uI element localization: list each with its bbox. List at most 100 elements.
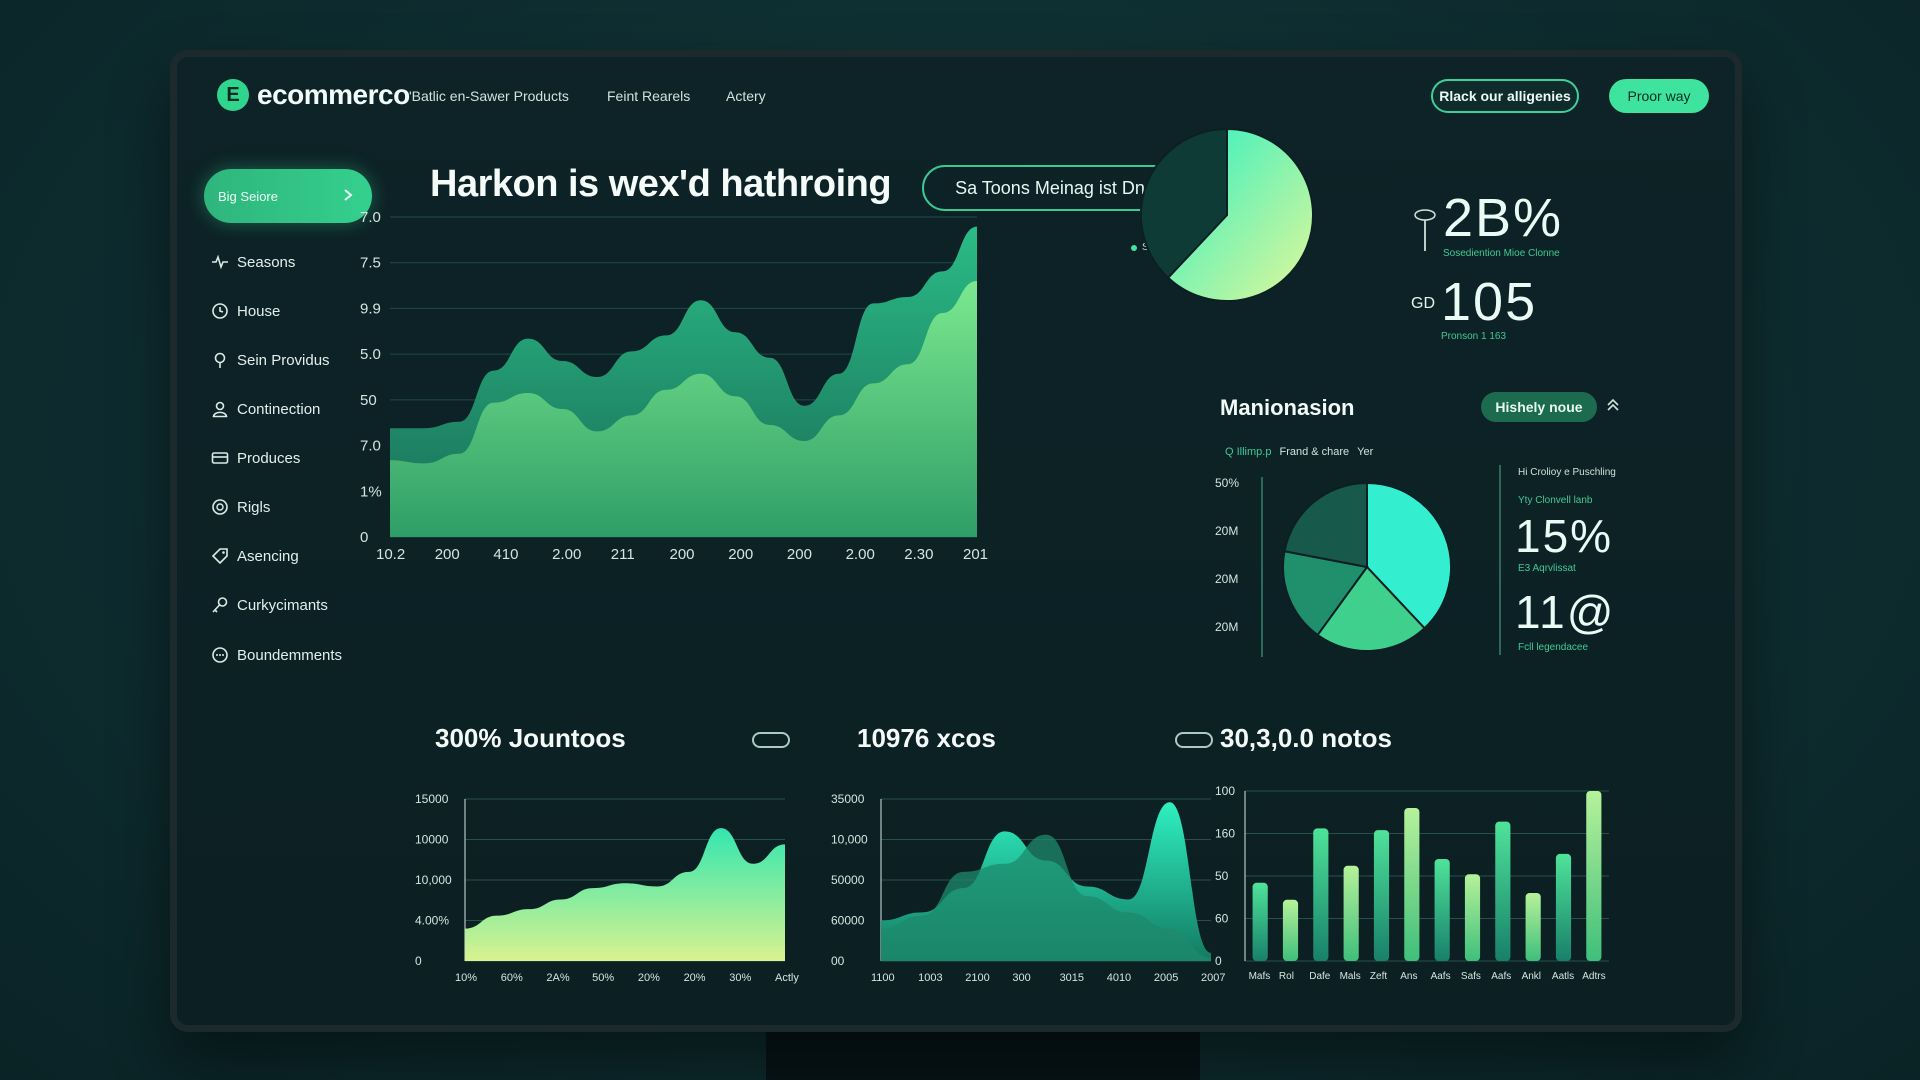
x-tick-label: 2A% [546,972,569,984]
x-tick-label: Safs [1461,971,1481,982]
x-tick-label: 2005 [1154,972,1178,984]
x-tick-label: 200 [670,546,695,563]
x-tick-label: Rol [1279,971,1294,982]
collapse-icon[interactable] [1605,397,1621,413]
panel-title: Manionasion [1220,395,1355,420]
y-tick-label: 9.9 [360,300,381,317]
panel-legend-item: Q Illimp.p [1225,446,1272,458]
x-tick-label: Adtrs [1582,971,1605,982]
x-tick-label: 20% [684,972,706,984]
card-title-jountoos: 300% Jountoos [435,723,626,753]
x-tick-label: Aafs [1431,971,1451,982]
x-tick-label: Dafe [1309,971,1331,982]
x-tick-label: 211 [611,546,635,563]
x-tick-label: Aafs [1491,971,1511,982]
x-tick-label: Ans [1400,971,1417,982]
stat-value-tertiary: 15% [1515,510,1614,562]
bar [1313,828,1329,961]
pie-slice [1283,481,1368,569]
bar [1373,830,1390,961]
y-tick-label: 60 [1215,912,1229,926]
stat-value-primary: 2B% [1443,188,1564,248]
x-tick-label: 50% [592,972,614,984]
y-tick-label: 00 [831,954,845,968]
card-toggle-jountoos[interactable] [752,732,790,748]
stat-prefix: GD [1411,295,1435,312]
card-title-notos: 30,3,0.0 notos [1220,723,1392,753]
monitor: E ecommerco 'Batlic en-Sawer Products Fe… [170,50,1742,1032]
panel-legend-item: Frand & chare [1279,446,1350,458]
stat-caption-tertiary-2: Yty Clonvell lanb [1518,495,1593,506]
x-tick-label: 200 [787,546,812,563]
x-tick-label: 60% [501,972,523,984]
y-tick-label: 10000 [415,833,449,847]
x-tick-label: 2100 [965,972,989,984]
x-tick-label: 30% [729,972,751,984]
x-tick-label: Zeft [1370,971,1387,982]
bar [1464,874,1481,961]
y-tick-label: 20M [1215,620,1238,634]
x-tick-label: 2.30 [904,546,933,563]
bar [1586,791,1602,961]
y-tick-label: 50% [1215,476,1239,490]
x-tick-label: 2.00 [552,546,581,563]
y-tick-label: 10,000 [831,833,868,847]
card-toggle-xcos[interactable] [1175,732,1213,748]
stat-caption-quaternary: Fcll legendacee [1518,642,1589,653]
bar [1252,882,1268,961]
x-tick-label: 2007 [1201,972,1225,984]
bar [1525,893,1541,961]
stat-caption-primary: Sosediention Mioe Clonne [1443,248,1560,259]
bar [1343,865,1359,961]
stat-value-secondary: 105 [1441,272,1538,332]
x-tick-label: 1003 [918,972,942,984]
bar [1434,859,1450,961]
y-tick-label: 160 [1215,827,1235,841]
panel-divider [1499,465,1501,655]
series-area [465,828,785,961]
x-tick-label: Ankl [1522,971,1541,982]
stat-caption-tertiary-3: E3 Aqrvlissat [1518,563,1576,574]
x-tick-label: 20% [638,972,660,984]
x-tick-label: Mafs [1249,971,1271,982]
x-tick-label: 201 [963,546,988,563]
y-tick-label: 0 [360,529,368,546]
y-tick-label: 50 [1215,869,1229,883]
stat-caption-tertiary: Hi Crolioy e Puschling [1518,467,1616,478]
card-title-xcos: 10976 xcos [857,723,996,753]
x-tick-label: Actly [775,972,799,984]
bar [1282,899,1299,961]
y-tick-label: 1% [360,483,382,500]
y-tick-label: 7.0 [360,209,381,226]
y-tick-label: 35000 [831,792,865,806]
x-tick-label: Mals [1340,971,1361,982]
x-tick-label: 200 [435,546,460,563]
y-tick-label: 50 [360,392,377,409]
x-tick-label: 1100 [871,972,895,984]
panel-toggle-button[interactable]: Hishely noue [1481,392,1597,422]
y-tick-label: 5.0 [360,346,381,363]
dashboard-screen: E ecommerco 'Batlic en-Sawer Products Fe… [177,57,1735,1025]
panel-legend: Q Illimp.p Frand & chare Yer [1225,446,1373,458]
panel-legend-item: Yer [1357,446,1374,458]
y-tick-label: 20M [1215,572,1238,586]
y-tick-label: 15000 [415,792,449,806]
y-tick-label: 7.5 [360,255,381,272]
x-tick-label: 10% [455,972,477,984]
antenna-icon [1414,209,1436,251]
bar [1404,808,1420,961]
y-tick-label: 4.00% [415,914,449,928]
x-tick-label: 2.00 [846,546,875,563]
x-tick-label: 300 [1012,972,1030,984]
stat-caption-secondary: Pronson 1 163 [1441,331,1507,342]
x-tick-label: 10.2 [376,546,405,563]
y-tick-label: 60000 [831,914,865,928]
y-tick-label: 20M [1215,524,1238,538]
monitor-stand [766,1028,1200,1080]
stat-value-quaternary: 11@ [1515,586,1616,638]
bar [1555,853,1572,961]
y-tick-label: 100 [1215,784,1235,798]
x-tick-label: 4010 [1107,972,1131,984]
x-tick-label: 410 [493,546,518,563]
x-tick-label: 3015 [1060,972,1084,984]
